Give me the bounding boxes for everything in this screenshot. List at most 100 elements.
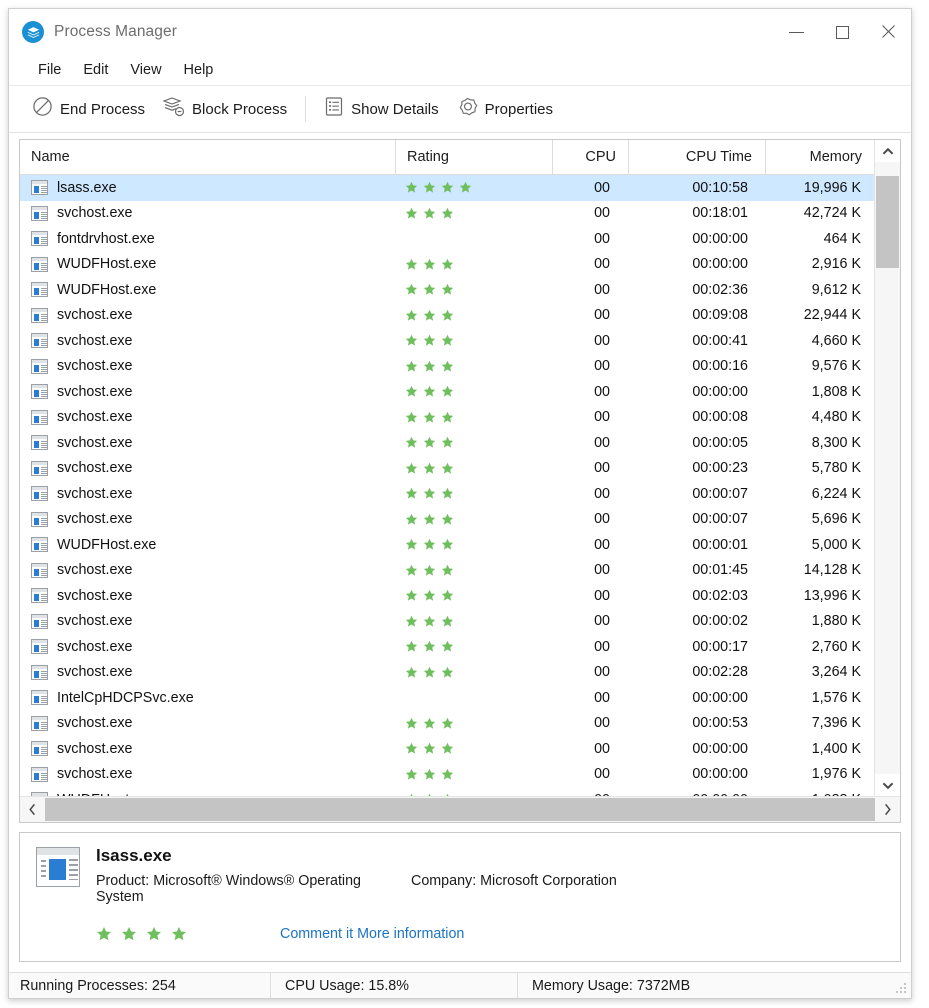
table-row[interactable]: WUDFHost.exe 00 00:00:00 2,916 K (20, 252, 874, 278)
star-icon (405, 182, 418, 193)
process-name-label: lsass.exe (57, 179, 117, 196)
process-window-icon (31, 486, 48, 502)
table-row[interactable]: svchost.exe 00 00:18:01 42,724 K (20, 201, 874, 227)
star-icon (405, 335, 418, 346)
cell-process-name: svchost.exe (20, 511, 396, 527)
column-header-name[interactable]: Name (20, 140, 396, 174)
table-row[interactable]: svchost.exe 00 00:01:45 14,128 K (20, 558, 874, 584)
star-icon (441, 437, 454, 448)
table-row[interactable]: lsass.exe 00 00:10:58 19,996 K (20, 175, 874, 201)
cell-rating (396, 411, 553, 424)
minimize-button[interactable] (773, 9, 819, 55)
process-name-label: svchost.exe (57, 358, 133, 375)
star-icon (423, 437, 436, 448)
window-title: Process Manager (54, 23, 177, 40)
star-icon (459, 182, 472, 193)
horizontal-scroll-track[interactable] (45, 797, 875, 822)
table-row[interactable]: svchost.exe 00 00:00:05 8,300 K (20, 430, 874, 456)
star-icon (441, 335, 454, 346)
vertical-scroll-thumb[interactable] (876, 176, 899, 268)
block-process-button[interactable]: Block Process (154, 92, 296, 126)
cell-rating (396, 283, 553, 296)
cell-cpu: 00 (594, 460, 610, 477)
table-row[interactable]: svchost.exe 00 00:02:28 3,264 K (20, 660, 874, 686)
star-icon (423, 386, 436, 397)
vertical-scroll-track[interactable] (875, 162, 900, 774)
star-icon (405, 360, 418, 372)
star-icon (423, 539, 436, 550)
table-row[interactable]: svchost.exe 00 00:00:07 5,696 K (20, 507, 874, 533)
comment-it-link[interactable]: Comment it (280, 926, 353, 942)
scroll-up-button[interactable] (875, 140, 900, 162)
menu-item-file[interactable]: File (27, 59, 72, 81)
cell-process-name: svchost.exe (20, 435, 396, 451)
cell-cpu-time: 00:00:17 (692, 638, 748, 655)
table-row[interactable]: svchost.exe 00 00:00:07 6,224 K (20, 481, 874, 507)
table-row[interactable]: svchost.exe 00 00:00:53 7,396 K (20, 711, 874, 737)
table-row[interactable]: fontdrvhost.exe 00 00:00:00 464 K (20, 226, 874, 252)
horizontal-scroll-thumb[interactable] (45, 798, 875, 821)
cell-rating (396, 564, 553, 577)
cell-cpu-time: 00:02:36 (692, 281, 748, 298)
table-row[interactable]: IntelCpHDCPSvc.exe 00 00:00:00 1,576 K (20, 685, 874, 711)
horizontal-scrollbar[interactable] (20, 796, 900, 822)
process-window-icon (31, 358, 48, 374)
table-row[interactable]: WUDFHost.exe0000:00:001,088 K (20, 787, 874, 796)
table-row[interactable]: svchost.exe 00 00:00:41 4,660 K (20, 328, 874, 354)
cell-process-name: svchost.exe (20, 333, 396, 349)
column-header-cpu[interactable]: CPU (553, 140, 629, 174)
table-row[interactable]: svchost.exe 00 00:00:08 4,480 K (20, 405, 874, 431)
column-header-cpu-time[interactable]: CPU Time (629, 140, 766, 174)
more-information-link[interactable]: More information (357, 926, 464, 942)
vertical-scrollbar[interactable] (874, 140, 900, 796)
process-window-icon (31, 588, 48, 604)
table-row[interactable]: WUDFHost.exe 00 00:00:01 5,000 K (20, 532, 874, 558)
scroll-right-button[interactable] (875, 797, 900, 822)
process-name-label: svchost.exe (57, 383, 133, 400)
cell-cpu-time: 00:00:16 (692, 358, 748, 375)
table-row[interactable]: svchost.exe 00 00:00:23 5,780 K (20, 456, 874, 482)
maximize-button[interactable] (819, 9, 865, 55)
cell-rating (396, 768, 553, 781)
column-header-rating[interactable]: Rating (396, 140, 553, 174)
cell-rating (396, 589, 553, 602)
table-row[interactable]: svchost.exe 00 00:00:16 9,576 K (20, 354, 874, 380)
star-icon (441, 258, 454, 270)
process-name-label: svchost.exe (57, 638, 133, 655)
close-button[interactable] (865, 9, 911, 55)
table-row[interactable]: WUDFHost.exe 00 00:02:36 9,612 K (20, 277, 874, 303)
star-icon (405, 641, 418, 652)
cell-rating (396, 538, 553, 551)
detail-company: Company: Microsoft Corporation (411, 873, 617, 889)
table-row[interactable]: svchost.exe 00 00:00:00 1,808 K (20, 379, 874, 405)
cell-rating (396, 385, 553, 398)
table-row[interactable]: svchost.exe 00 00:00:02 1,880 K (20, 609, 874, 635)
table-row[interactable]: svchost.exe 00 00:00:17 2,760 K (20, 634, 874, 660)
process-window-icon (31, 715, 48, 731)
process-name-label: svchost.exe (57, 664, 133, 681)
process-name-label: svchost.exe (57, 715, 133, 732)
cell-process-name: WUDFHost.exe (20, 282, 396, 298)
table-row[interactable]: svchost.exe 00 00:00:00 1,400 K (20, 736, 874, 762)
resize-grip-icon[interactable] (895, 982, 907, 994)
column-header-memory[interactable]: Memory (766, 140, 874, 174)
process-window-icon (31, 307, 48, 323)
table-row[interactable]: svchost.exe 00 00:09:08 22,944 K (20, 303, 874, 329)
cell-cpu: 00 (594, 179, 610, 196)
star-icon (122, 926, 136, 941)
menu-item-edit[interactable]: Edit (72, 59, 119, 81)
process-name-label: svchost.exe (57, 409, 133, 426)
menu-item-help[interactable]: Help (173, 59, 225, 81)
cell-cpu: 00 (594, 536, 610, 553)
properties-button[interactable]: Properties (448, 92, 562, 126)
end-process-button[interactable]: End Process (23, 92, 154, 126)
scroll-down-button[interactable] (875, 774, 900, 796)
show-details-button[interactable]: Show Details (315, 92, 448, 126)
table-row[interactable]: svchost.exe 00 00:00:00 1,976 K (20, 762, 874, 788)
cell-memory: 19,996 K (803, 179, 861, 196)
table-row[interactable]: svchost.exe 00 00:02:03 13,996 K (20, 583, 874, 609)
detail-rating-stars (96, 926, 187, 942)
cell-cpu-time: 00:02:03 (692, 587, 748, 604)
scroll-left-button[interactable] (20, 797, 45, 822)
menu-item-view[interactable]: View (119, 59, 172, 81)
